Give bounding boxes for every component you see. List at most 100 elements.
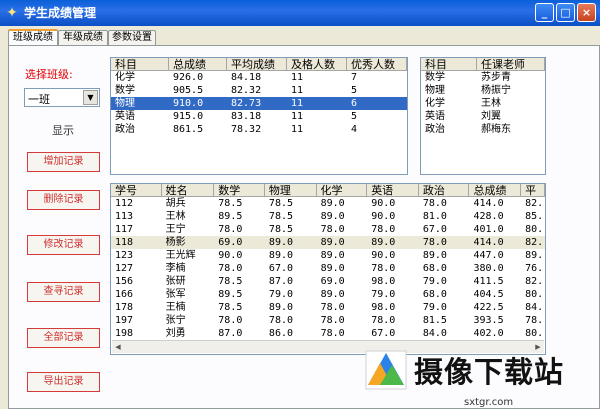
table-cell: 90.0 [218, 250, 243, 261]
table-cell: 王光辉 [165, 250, 196, 261]
table-cell: 67.0 [422, 224, 447, 235]
table-cell: 393.5 [473, 315, 504, 326]
column-header[interactable]: 优秀人数 [347, 58, 407, 71]
column-header[interactable]: 及格人数 [287, 58, 347, 71]
column-header[interactable]: 总成绩 [169, 58, 227, 71]
table-cell: 67.0 [268, 263, 294, 274]
table-row[interactable]: 数学 905.5 82.32 11 5 [111, 84, 407, 97]
subject-summary-table[interactable]: 科目 总成绩 平均成绩 及格人数 优秀人数 化学 926.0 84.18 11 7 数学 905.5 8… [110, 57, 408, 175]
table-row[interactable]: 物理 910.0 82.73 11 6 [111, 97, 407, 110]
table-row[interactable]: 英语 915.0 83.18 11 5 [111, 110, 407, 123]
table-cell: 411.5 [473, 276, 504, 287]
table-cell: 数学 [115, 85, 135, 96]
table-row[interactable]: 政治 郝梅东 [421, 123, 545, 136]
table-cell: 杨影 [165, 237, 186, 248]
export-records-button[interactable]: 导出记录 [27, 372, 100, 392]
all-records-button[interactable]: 全部记录 [27, 328, 100, 348]
table-cell: 刘翼 [481, 111, 501, 122]
table-cell: 杨振宁 [481, 85, 511, 96]
table-row[interactable]: 物理 杨振宁 [421, 84, 545, 97]
column-header[interactable]: 总成绩 [469, 184, 522, 197]
table-row[interactable]: 113 王林 89.5 78.5 89.0 90.0 81.0 428.0 85. [111, 210, 545, 223]
column-header[interactable]: 物理 [264, 184, 317, 197]
column-header[interactable]: 平均成绩 [227, 58, 287, 71]
table-cell: 11 [291, 98, 304, 109]
table-row[interactable]: 178 王楠 78.5 89.0 78.0 98.0 79.0 422.5 84. [111, 301, 545, 314]
table-row[interactable]: 166 张军 89.5 79.0 89.0 79.0 68.0 404.5 80. [111, 288, 545, 301]
teacher-table[interactable]: 科目 任课老师 数学 苏步青 物理 杨振宁 化学 王林 英语 刘翼 政治 郝梅东 [420, 57, 546, 175]
table-row[interactable]: 化学 926.0 84.18 11 7 [111, 71, 407, 84]
table-cell: 68.0 [422, 263, 447, 274]
table-cell: 123 [115, 250, 134, 261]
table-row[interactable]: 127 李楠 78.0 67.0 89.0 78.0 68.0 380.0 76. [111, 262, 545, 275]
app-icon: ✦ [6, 5, 18, 21]
table-cell: 11 [291, 72, 304, 83]
table-cell: 78. [525, 315, 544, 326]
table-cell: 89.0 [320, 263, 345, 274]
table-cell: 414.0 [473, 198, 504, 209]
table-row[interactable]: 156 张研 78.5 87.0 69.0 98.0 79.0 411.5 82. [111, 275, 545, 288]
tab-settings[interactable]: 参数设置 [108, 30, 156, 45]
table-row[interactable]: 英语 刘翼 [421, 110, 545, 123]
title-bar[interactable]: ✦ 学生成绩管理 _ □ × [0, 0, 600, 26]
column-header[interactable]: 数学 [214, 184, 265, 197]
chevron-down-icon[interactable]: ▼ [83, 90, 98, 105]
column-header[interactable]: 政治 [418, 184, 470, 197]
table-row[interactable]: 117 王宁 78.0 78.5 78.0 78.0 67.0 401.0 80. [111, 223, 545, 236]
column-header[interactable]: 姓名 [161, 184, 215, 197]
delete-record-button[interactable]: 删除记录 [27, 190, 100, 210]
table-cell: 89.5 [218, 211, 243, 222]
scroll-left-icon[interactable]: ◀ [112, 341, 124, 353]
class-select[interactable]: 一班 ▼ [24, 88, 100, 107]
column-header[interactable]: 学号 [111, 184, 162, 197]
search-record-button[interactable]: 查寻记录 [27, 282, 100, 302]
student-scores-table[interactable]: 学号 姓名 数学 物理 化学 英语 政治 总成绩平 112 胡兵 78.5 78.5 89.0 90.0 7… [110, 183, 546, 355]
column-header[interactable]: 化学 [316, 184, 368, 197]
table-cell: 张研 [165, 276, 186, 287]
table-cell: 67.0 [371, 328, 396, 339]
table-cell: 80. [525, 224, 544, 235]
tab-grade-scores[interactable]: 年级成绩 [58, 30, 108, 45]
tab-class-scores[interactable]: 班级成绩 [8, 29, 58, 46]
column-header[interactable]: 任课老师 [477, 58, 545, 71]
minimize-button[interactable]: _ [535, 3, 554, 22]
column-header[interactable]: 科目 [421, 58, 477, 71]
close-button[interactable]: × [577, 3, 596, 22]
column-header[interactable]: 英语 [367, 184, 419, 197]
column-header[interactable]: 平 [521, 184, 545, 197]
table-cell: 78.0 [320, 328, 345, 339]
table-cell: 87.0 [268, 276, 294, 287]
table-row[interactable]: 化学 王林 [421, 97, 545, 110]
table-row[interactable]: 198 刘勇 87.0 86.0 78.0 67.0 84.0 402.0 80. [111, 327, 545, 340]
table-cell: 84.18 [231, 72, 262, 83]
column-header[interactable]: 科目 [111, 58, 169, 71]
table-cell: 政治 [115, 124, 135, 135]
maximize-button[interactable]: □ [556, 3, 575, 22]
add-record-button[interactable]: 增加记录 [27, 152, 100, 172]
table-cell: 82.32 [231, 85, 262, 96]
table-cell: 张宁 [165, 315, 186, 326]
table-cell: 89.0 [371, 237, 396, 248]
table-cell: 197 [115, 315, 134, 326]
table-row[interactable]: 政治 861.5 78.32 11 4 [111, 123, 407, 136]
table-row[interactable]: 197 张宁 78.0 78.0 78.0 78.0 81.5 393.5 78. [111, 314, 545, 327]
table-cell: 78.0 [268, 315, 294, 326]
app-window: ✦ 学生成绩管理 _ □ × 班级成绩 年级成绩 参数设置 选择班级: 一班 ▼… [0, 0, 600, 409]
table-row[interactable]: 123 王光辉 90.0 89.0 89.0 90.0 89.0 447.0 89. [111, 249, 545, 262]
brand-logo [365, 350, 407, 390]
table-cell: 127 [115, 263, 134, 274]
table-cell: 11 [291, 85, 304, 96]
edit-record-button[interactable]: 修改记录 [27, 235, 100, 255]
table-cell: 80. [525, 289, 544, 300]
table-row[interactable]: 118 杨影 69.0 89.0 89.0 89.0 78.0 414.0 82. [111, 236, 545, 249]
table-row[interactable]: 数学 苏步青 [421, 71, 545, 84]
table-cell: 82. [525, 276, 544, 287]
table-cell: 156 [115, 276, 134, 287]
table-row[interactable]: 112 胡兵 78.5 78.5 89.0 90.0 78.0 414.0 82. [111, 197, 545, 210]
table-cell: 物理 [425, 85, 445, 96]
table-cell: 78.0 [320, 302, 345, 313]
table-cell: 78.32 [231, 124, 262, 135]
table-cell: 84.0 [422, 328, 447, 339]
table-cell: 王林 [165, 211, 186, 222]
table-cell: 117 [115, 224, 134, 235]
